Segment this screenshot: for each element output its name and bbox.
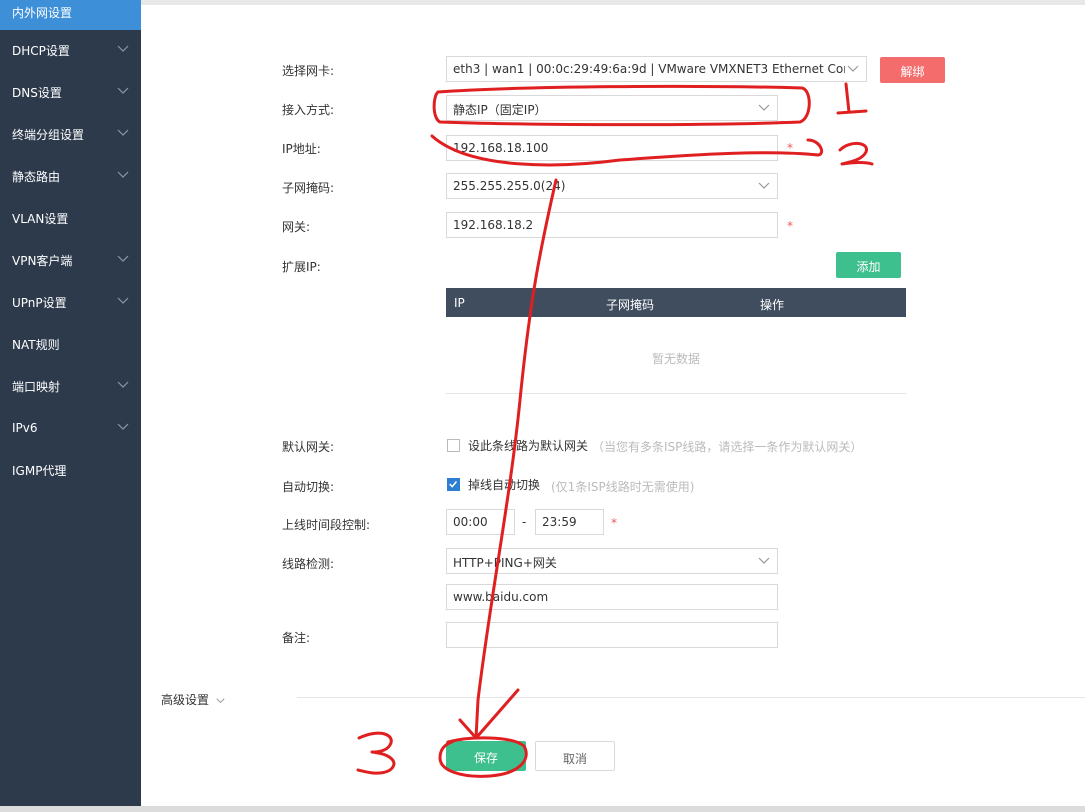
sidebar-item-label: IGMP代理	[12, 463, 67, 478]
auto-switch-label: 自动切换:	[282, 480, 335, 494]
sidebar-item[interactable]: DNS设置	[0, 71, 141, 113]
chevron-down-icon	[117, 255, 129, 262]
table-header-action: 操作	[760, 298, 785, 312]
annotation-arrow-line	[474, 178, 558, 740]
gateway-input[interactable]: 192.168.18.2	[446, 212, 778, 238]
ext-ip-label: 扩展IP:	[282, 260, 321, 274]
line-check-host-input[interactable]: www.baidu.com	[446, 584, 778, 610]
ext-ip-table-header: IP 子网掩码 操作	[446, 288, 906, 317]
chevron-down-icon	[847, 65, 859, 72]
sidebar-item-label: UPnP设置	[12, 295, 67, 310]
sidebar-item[interactable]: 端口映射	[0, 365, 141, 407]
default-gw-checkbox-label: 设此条线路为默认网关	[468, 439, 589, 453]
sidebar-item-label: VPN客户端	[12, 253, 73, 268]
mask-label: 子网掩码:	[282, 181, 335, 195]
sidebar-item-label: IPv6	[12, 421, 38, 435]
time-range-dash: -	[522, 515, 527, 529]
nic-select[interactable]: eth3 | wan1 | 00:0c:29:49:6a:9d | VMware…	[446, 56, 867, 82]
line-check-host-value: www.baidu.com	[453, 590, 549, 604]
auto-switch-hint: (仅1条ISP线路时无需使用)	[551, 480, 695, 494]
sidebar-item-label: 终端分组设置	[12, 127, 85, 142]
sidebar-item-label: DHCP设置	[12, 43, 70, 58]
chevron-down-icon	[117, 171, 129, 178]
online-start-input[interactable]: 00:00	[446, 509, 515, 535]
advanced-settings-toggle[interactable]: 高级设置	[161, 691, 225, 708]
sidebar-item[interactable]: VPN客户端	[0, 239, 141, 281]
sidebar-item-label: VLAN设置	[12, 211, 69, 226]
access-label: 接入方式:	[282, 103, 335, 117]
mask-select-value: 255.255.255.0(24)	[453, 179, 566, 193]
sidebar-item-active[interactable]: 内外网设置	[0, 0, 141, 30]
annotation-number-3	[356, 731, 396, 775]
chevron-down-icon	[117, 381, 129, 388]
sidebar-item-label: NAT规则	[12, 337, 60, 352]
default-gw-checkbox[interactable]	[447, 439, 460, 452]
sidebar-item[interactable]: NAT规则	[0, 323, 141, 365]
sidebar: 内外网设置 DHCP设置 DNS设置终端分组设置 静态路由 VLAN设置 VPN客户端 U…	[0, 0, 141, 812]
chevron-down-icon	[758, 557, 770, 564]
line-check-select-value: HTTP+PING+网关	[453, 556, 557, 570]
divider	[297, 697, 1085, 698]
sidebar-item-label: DNS设置	[12, 85, 62, 100]
online-start-value: 00:00	[453, 515, 488, 529]
sidebar-items: DHCP设置 DNS设置终端分组设置 静态路由 VLAN设置 VPN客户端 UPnP设置 N…	[0, 29, 141, 491]
ip-input-value: 192.168.18.100	[453, 141, 549, 155]
save-button[interactable]: 保存	[446, 741, 526, 771]
chevron-down-icon	[117, 423, 129, 430]
sidebar-item-label: 端口映射	[12, 379, 61, 394]
default-gw-label: 默认网关:	[282, 440, 335, 454]
gateway-label: 网关:	[282, 220, 311, 234]
online-time-label: 上线时间段控制:	[282, 518, 371, 532]
nic-label: 选择网卡:	[282, 64, 335, 78]
nic-select-value: eth3 | wan1 | 00:0c:29:49:6a:9d | VMware…	[453, 62, 845, 76]
sidebar-item[interactable]: IGMP代理	[0, 449, 141, 491]
chevron-down-icon	[117, 87, 129, 94]
auto-switch-checkbox-label: 掉线自动切换	[468, 478, 541, 492]
ip-input[interactable]: 192.168.18.100	[446, 135, 778, 161]
sidebar-item[interactable]: IPv6	[0, 407, 141, 449]
gateway-input-value: 192.168.18.2	[453, 218, 534, 232]
line-check-select[interactable]: HTTP+PING+网关	[446, 548, 778, 574]
auto-switch-checkbox[interactable]	[447, 478, 460, 491]
sidebar-item[interactable]: 终端分组设置	[0, 113, 141, 155]
remark-input[interactable]	[446, 622, 778, 648]
sidebar-item[interactable]: UPnP设置	[0, 281, 141, 323]
mask-select[interactable]: 255.255.255.0(24)	[446, 173, 778, 199]
bottom-bar	[0, 806, 1085, 812]
required-mark: *	[787, 141, 793, 155]
required-mark: *	[787, 219, 793, 233]
ip-label: IP地址:	[282, 142, 321, 156]
chevron-down-icon	[117, 129, 129, 136]
sidebar-item[interactable]: DHCP设置	[0, 29, 141, 71]
annotation-number-1	[836, 82, 868, 115]
default-gw-hint: （当您有多条ISP线路，请选择一条作为默认网关）	[592, 440, 863, 454]
check-icon	[449, 481, 458, 488]
chevron-down-icon	[117, 297, 129, 304]
top-bar	[141, 0, 1085, 5]
access-select-value: 静态IP（固定IP）	[453, 103, 547, 117]
annotation-number-2	[838, 142, 874, 166]
sidebar-item-label: 静态路由	[12, 169, 61, 184]
online-end-input[interactable]: 23:59	[535, 509, 604, 535]
sidebar-item[interactable]: 静态路由	[0, 155, 141, 197]
required-mark: *	[611, 516, 617, 530]
chevron-down-icon	[117, 45, 129, 52]
table-header-mask: 子网掩码	[606, 298, 655, 312]
chevron-down-icon	[758, 182, 770, 189]
advanced-settings-label: 高级设置	[161, 693, 210, 707]
chevron-down-icon	[758, 104, 770, 111]
sidebar-item-label: 内外网设置	[12, 6, 73, 20]
sidebar-item[interactable]: VLAN设置	[0, 197, 141, 239]
access-select[interactable]: 静态IP（固定IP）	[446, 95, 778, 121]
table-empty-text: 暂无数据	[652, 352, 701, 366]
chevron-down-icon	[216, 698, 225, 704]
cancel-button[interactable]: 取消	[535, 741, 615, 771]
remark-label: 备注:	[282, 631, 311, 645]
table-divider	[446, 393, 906, 394]
line-check-label: 线路检测:	[282, 557, 335, 571]
online-end-value: 23:59	[542, 515, 577, 529]
unbind-button[interactable]: 解绑	[880, 57, 945, 83]
table-header-ip: IP	[454, 296, 465, 310]
add-button[interactable]: 添加	[836, 252, 901, 278]
